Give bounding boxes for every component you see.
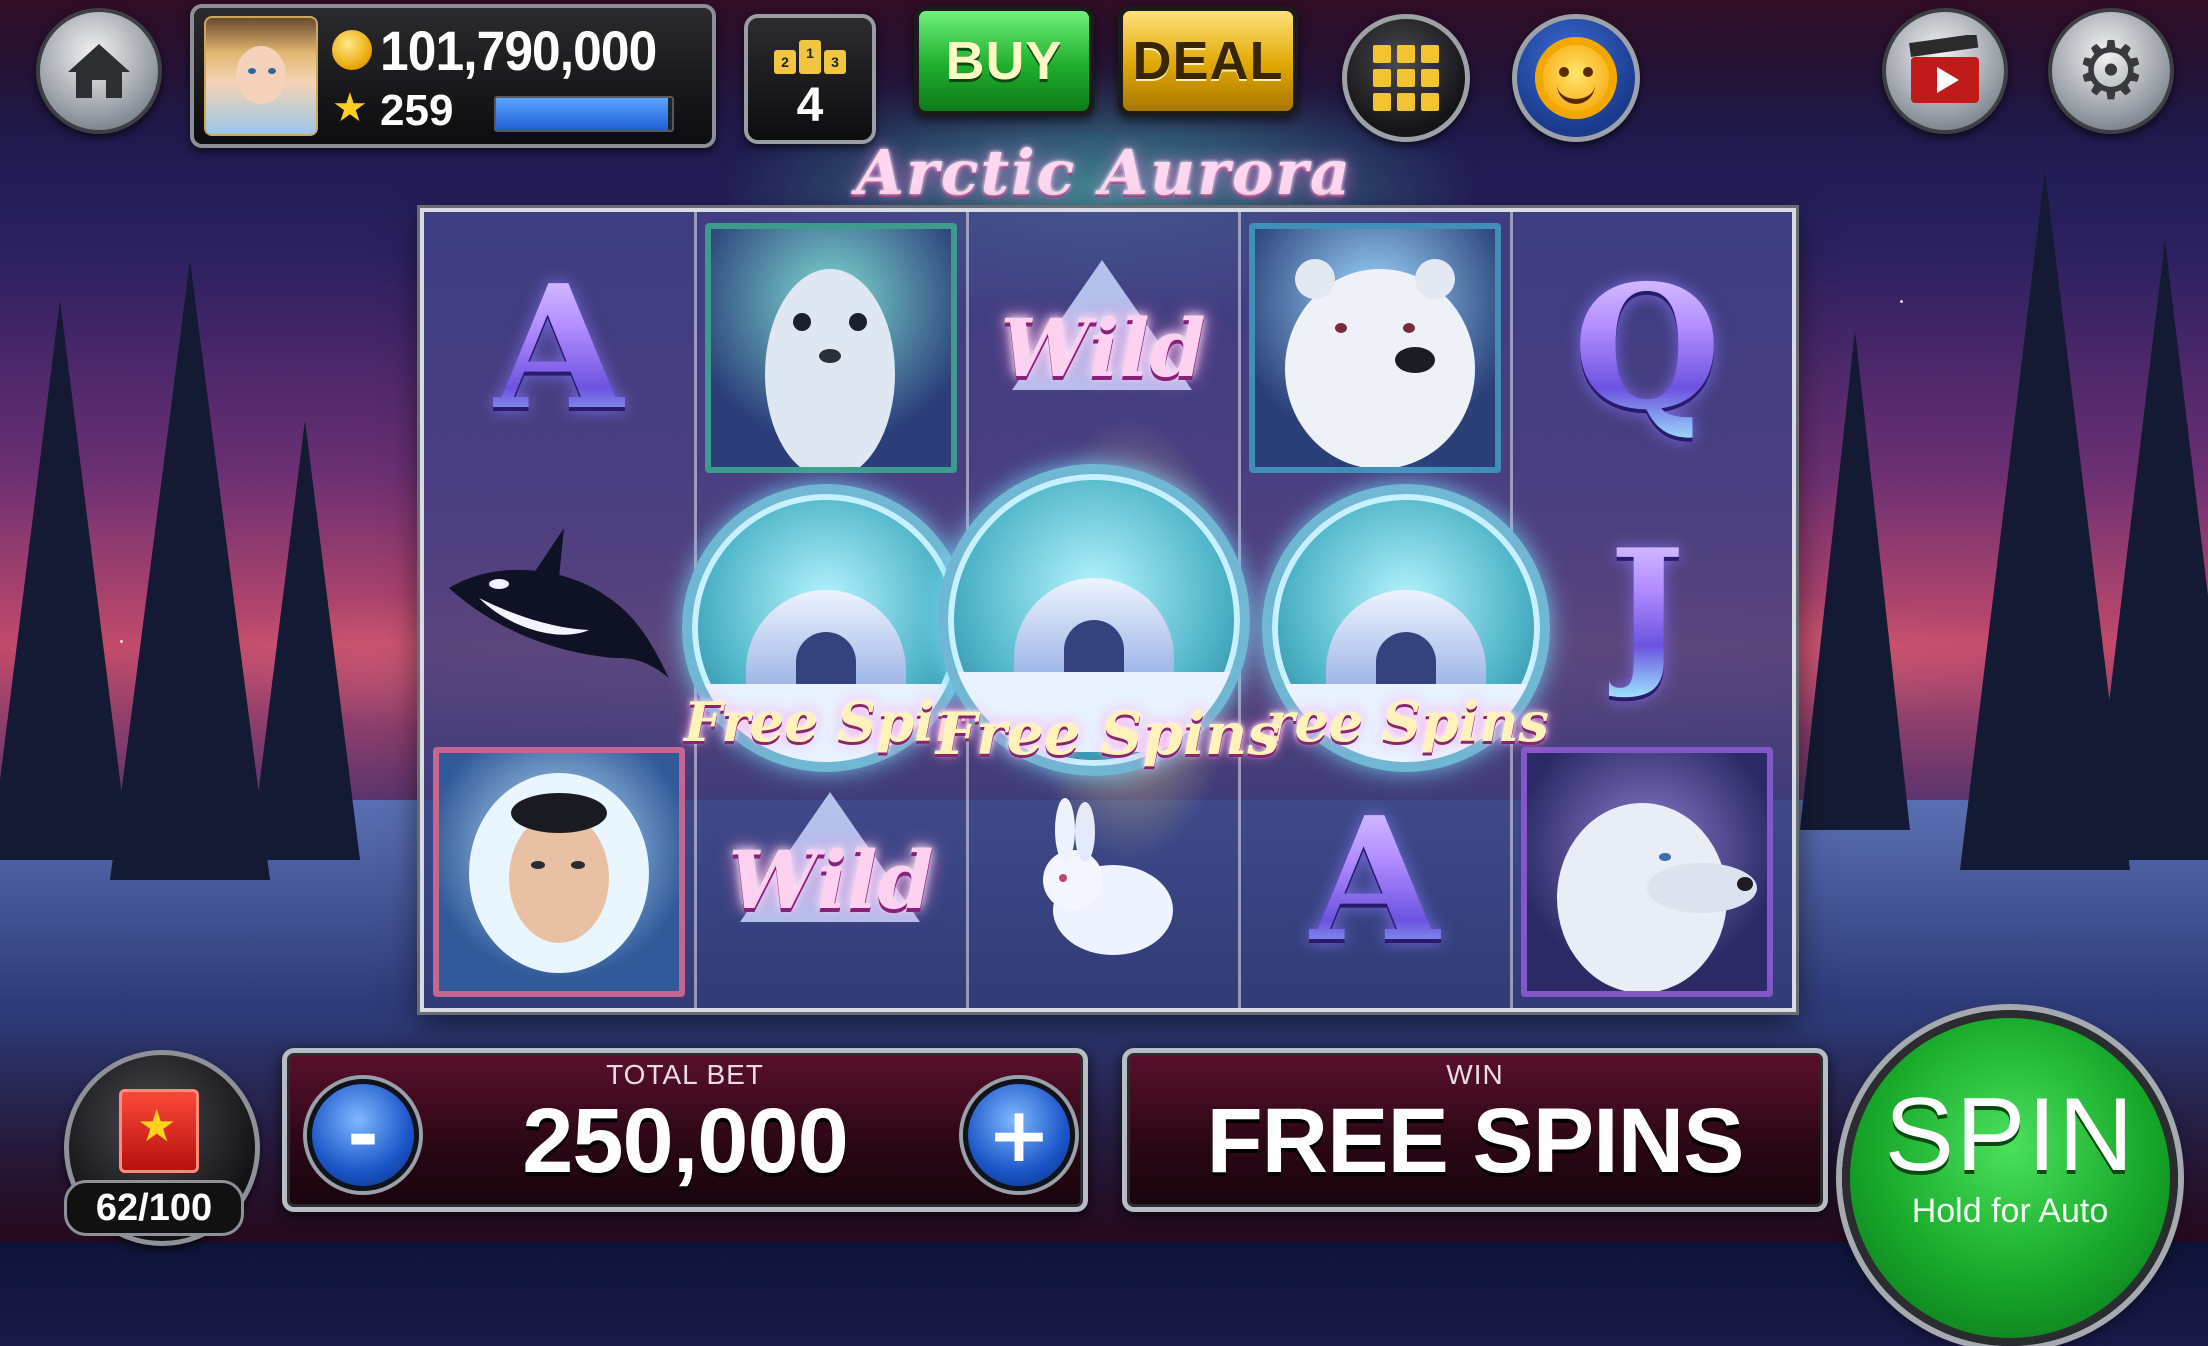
- podium-icon: 2 1 3: [774, 40, 846, 74]
- games-menu-button[interactable]: [1342, 14, 1470, 142]
- free-spins-text: ree Spins: [1266, 690, 1549, 754]
- buy-button[interactable]: BUY: [914, 6, 1094, 116]
- leaderboard-rank: 4: [796, 79, 824, 132]
- wolf-frame: [1521, 747, 1773, 997]
- settings-button[interactable]: ⚙: [2048, 8, 2174, 134]
- avatar[interactable]: [204, 16, 318, 136]
- inuit-woman-frame: [433, 747, 685, 997]
- symbol-wolf: [1516, 744, 1778, 1000]
- player-level: 259: [380, 86, 454, 135]
- home-button[interactable]: [36, 8, 162, 134]
- coin-icon: [332, 30, 372, 70]
- symbol-queen: Q: [1516, 220, 1778, 476]
- spin-button[interactable]: SPIN Hold for Auto: [1842, 1010, 2178, 1346]
- grid-icon: [1373, 45, 1439, 111]
- podium-place: 1: [799, 40, 821, 74]
- symbol-jack: J: [1516, 480, 1778, 736]
- xp-progress-fill: [496, 98, 669, 130]
- sky-star: [1900, 300, 1903, 303]
- avatar-eye: [268, 68, 276, 74]
- symbol-inuit-woman: [428, 744, 690, 1000]
- gift-progress: 62/100: [64, 1180, 244, 1236]
- bonus-button[interactable]: [1512, 14, 1640, 142]
- gear-icon: ⚙: [2075, 24, 2147, 117]
- pine-tree: [1800, 330, 1910, 830]
- seal-frame: [705, 223, 957, 473]
- polar-bear-frame: [1249, 223, 1501, 473]
- orca-icon: [449, 528, 669, 678]
- leaderboard-button[interactable]: 2 1 3 4: [744, 14, 876, 144]
- symbol-orca: [428, 480, 690, 736]
- spin-sublabel: Hold for Auto: [1911, 1192, 2109, 1230]
- sun-face-icon: [1535, 37, 1617, 119]
- home-icon: [64, 40, 134, 102]
- win-value: FREE SPINS: [1206, 1090, 1744, 1192]
- free-spins-text: Free Spins: [936, 700, 1281, 768]
- symbol-wild: Wild: [700, 752, 962, 1008]
- symbol-letter: Q: [1572, 248, 1722, 448]
- total-bet-label: TOTAL BET: [606, 1059, 764, 1090]
- decrease-bet-button[interactable]: -: [307, 1079, 419, 1191]
- game-title: Arctic Aurora: [855, 136, 1353, 209]
- reel-5: Q J: [1512, 212, 1782, 1008]
- coin-balance: 101,790,000: [380, 19, 657, 82]
- pine-tree: [110, 260, 270, 880]
- podium-place: 2: [774, 50, 796, 74]
- symbol-letter: A: [1309, 780, 1441, 980]
- xp-progress-bar: [494, 96, 674, 132]
- avatar-eye: [248, 68, 256, 74]
- win-label: WIN: [1446, 1059, 1504, 1090]
- win-panel: WIN FREE SPINS: [1122, 1048, 1828, 1212]
- pine-tree: [2090, 240, 2208, 860]
- gift-box-icon: ★: [119, 1089, 199, 1173]
- symbol-ace: A: [1244, 752, 1506, 1008]
- video-reward-button[interactable]: [1882, 8, 2008, 134]
- wild-text: Wild: [728, 833, 934, 927]
- free-spins-text: Free Spir: [684, 690, 964, 754]
- reel-1: A: [424, 212, 697, 1008]
- clapperboard-video-icon: [1909, 35, 1979, 103]
- deal-button[interactable]: DEAL: [1118, 6, 1298, 116]
- avatar-face: [236, 46, 286, 104]
- star-icon: ★: [332, 85, 368, 131]
- symbol-letter: J: [1609, 514, 1685, 702]
- spin-label: SPIN: [1884, 1077, 2136, 1193]
- podium-place: 3: [824, 50, 846, 74]
- symbol-ace: A: [428, 220, 690, 476]
- total-bet-panel: TOTAL BET 250,000 - +: [282, 1048, 1088, 1212]
- increase-bet-button[interactable]: +: [963, 1079, 1075, 1191]
- symbol-polar-bear: [1244, 220, 1506, 476]
- player-profile-panel[interactable]: 101,790,000 ★ 259: [190, 4, 716, 148]
- pine-tree: [250, 420, 360, 860]
- symbol-seal: [700, 220, 962, 476]
- symbol-letter: A: [493, 248, 625, 448]
